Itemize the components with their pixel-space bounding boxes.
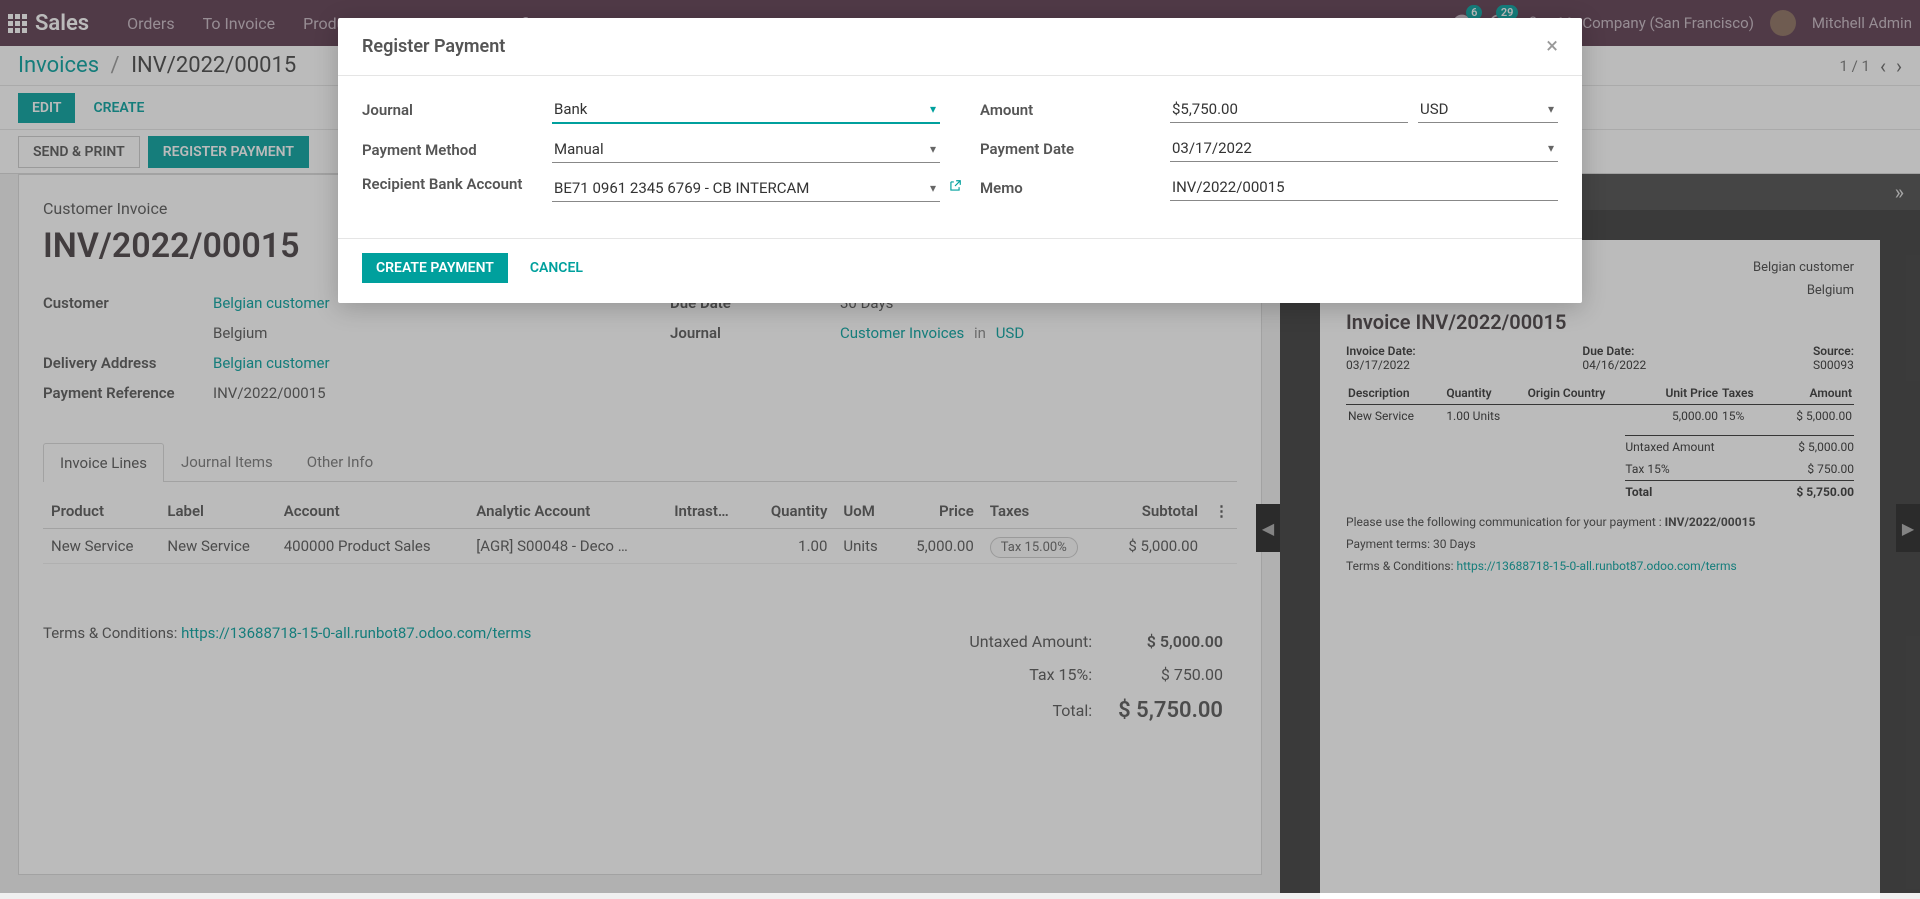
- memo-input[interactable]: [1170, 174, 1558, 201]
- payment-method-label: Payment Method: [362, 141, 552, 159]
- currency-input[interactable]: [1418, 96, 1558, 123]
- payment-date-label: Payment Date: [980, 140, 1170, 158]
- amount-label: Amount: [980, 101, 1170, 119]
- external-link-icon[interactable]: [948, 179, 962, 193]
- payment-date-input[interactable]: [1170, 135, 1558, 162]
- modal-title: Register Payment: [362, 36, 505, 57]
- journal-field-label: Journal: [362, 101, 552, 119]
- close-icon[interactable]: ×: [1546, 34, 1558, 59]
- recipient-bank-input[interactable]: [552, 175, 940, 202]
- cancel-button[interactable]: CANCEL: [516, 253, 597, 283]
- payment-method-input[interactable]: [552, 136, 940, 163]
- create-payment-button[interactable]: CREATE PAYMENT: [362, 253, 508, 283]
- recipient-bank-label: Recipient Bank Account: [362, 175, 552, 193]
- amount-input[interactable]: [1170, 96, 1408, 123]
- register-payment-modal: Register Payment × Journal ▾ Payment Met…: [338, 18, 1582, 303]
- journal-input[interactable]: [552, 96, 940, 124]
- memo-label: Memo: [980, 179, 1170, 197]
